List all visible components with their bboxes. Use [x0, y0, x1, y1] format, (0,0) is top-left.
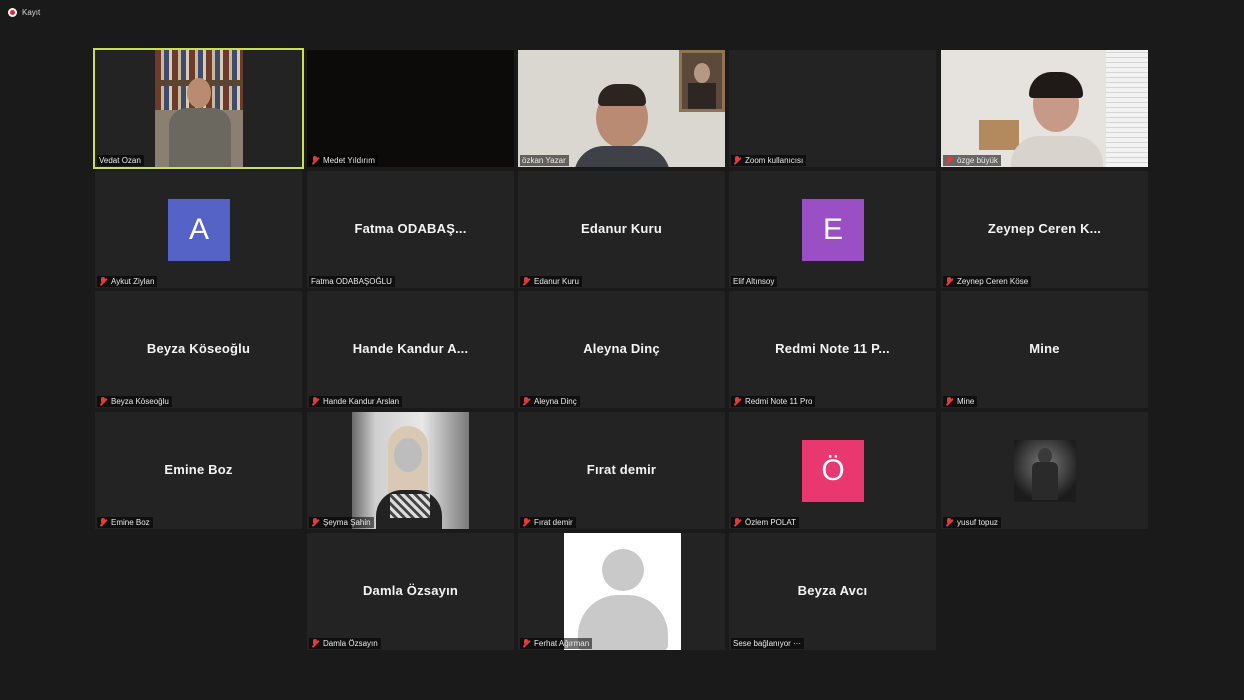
person-head: [187, 78, 211, 108]
participant-display-name: Hande Kandur A...: [352, 341, 469, 356]
participant-tile-yusuf[interactable]: yusuf topuz: [941, 412, 1148, 529]
participant-tile-beyza-avci[interactable]: Beyza Avcı Sese bağlanıyor ···: [729, 533, 936, 650]
participant-display-name: Fırat demir: [586, 462, 657, 477]
participant-name-label: Fırat demir: [520, 517, 576, 528]
corkboard: [979, 120, 1019, 150]
participant-display-name: Fatma ODABAŞ...: [354, 221, 467, 236]
participant-display-name: Mine: [1029, 341, 1060, 356]
participant-tile-aykut[interactable]: A Aykut Ziylan: [95, 171, 302, 288]
participant-name-label: özkan Yazar: [520, 155, 569, 166]
participant-tile-zeynep[interactable]: Zeynep Ceren K... Zeynep Ceren Köse: [941, 171, 1148, 288]
participant-name-label: Sese bağlanıyor ···: [731, 638, 805, 649]
person-body: [1011, 136, 1103, 167]
participant-tile-firat[interactable]: Fırat demir Fırat demir: [518, 412, 725, 529]
participant-tile-zoom-user[interactable]: Zoom kullanıcısı: [729, 50, 936, 167]
participant-name-label: Damla Özsayın: [309, 638, 381, 649]
participant-tile-mine[interactable]: Mine Mine: [941, 291, 1148, 408]
muted-mic-icon: [945, 277, 954, 286]
participant-name-label: Zeynep Ceren Köse: [943, 276, 1032, 287]
participant-tile-fatma[interactable]: Fatma ODABAŞ... Fatma ODABAŞOĞLU: [307, 171, 514, 288]
participant-name-label: Emine Boz: [97, 517, 153, 528]
participant-tile-edanur[interactable]: Edanur Kuru Edanur Kuru: [518, 171, 725, 288]
user-silhouette-icon: [602, 549, 644, 591]
participant-name-label: Elif Altınsoy: [731, 276, 778, 287]
participant-name-label: Zoom kullanıcısı: [731, 155, 807, 166]
participant-name-label: yusuf topuz: [943, 517, 1001, 528]
muted-mic-icon: [945, 518, 954, 527]
participant-name-label: Fatma ODABAŞOĞLU: [309, 276, 395, 287]
participant-tile-redmi[interactable]: Redmi Note 11 P... Redmi Note 11 Pro: [729, 291, 936, 408]
participant-tile-ferhat[interactable]: Ferhat Ağırman: [518, 533, 725, 650]
participant-name-label: Şeyma Şahin: [309, 517, 374, 528]
participant-name-label: Beyza Köseoğlu: [97, 396, 172, 407]
participant-display-name: Beyza Köseoğlu: [146, 341, 251, 356]
participant-tile-ozlem[interactable]: Ö Özlem POLAT: [729, 412, 936, 529]
participant-display-name: Emine Boz: [164, 462, 233, 477]
participant-display-name: Edanur Kuru: [581, 221, 662, 236]
participant-tile-beyza-koseoglu[interactable]: Beyza Köseoğlu Beyza Köseoğlu: [95, 291, 302, 408]
muted-mic-icon: [733, 156, 742, 165]
participant-display-name: Zeynep Ceren K...: [987, 221, 1102, 236]
participant-tile-elif[interactable]: E Elif Altınsoy: [729, 171, 936, 288]
participant-name-label: Aykut Ziylan: [97, 276, 158, 287]
person-body: [169, 108, 231, 167]
person-body: [574, 146, 670, 167]
participant-tile-ozge[interactable]: özge büyük: [941, 50, 1148, 167]
participant-name-label: Aleyna Dinç: [520, 396, 580, 407]
muted-mic-icon: [311, 156, 320, 165]
muted-mic-icon: [311, 639, 320, 648]
muted-mic-icon: [99, 277, 108, 286]
participant-name-label: Redmi Note 11 Pro: [731, 396, 816, 407]
profile-photo: [352, 412, 469, 529]
participant-tile-vedat[interactable]: Vedat Ozan: [93, 48, 304, 169]
video-feed: [155, 50, 243, 167]
participant-tile-medet[interactable]: Medet Yıldırım: [307, 50, 514, 167]
participant-display-name: Beyza Avcı: [797, 583, 868, 598]
participant-name-label: Vedat Ozan: [97, 155, 144, 166]
participant-display-name: Redmi Note 11 P...: [775, 341, 890, 356]
muted-mic-icon: [522, 518, 531, 527]
participant-name-label: özge büyük: [943, 155, 1001, 166]
participant-tile-ozkan[interactable]: özkan Yazar: [518, 50, 725, 167]
default-avatar-image: [564, 533, 681, 650]
muted-mic-icon: [945, 156, 954, 165]
recording-label: Kayıt: [22, 8, 41, 17]
wall-portrait: [679, 50, 725, 112]
muted-mic-icon: [945, 397, 954, 406]
avatar: E: [802, 199, 864, 261]
muted-mic-icon: [311, 518, 320, 527]
participant-name-label: Edanur Kuru: [520, 276, 582, 287]
muted-mic-icon: [522, 277, 531, 286]
recording-indicator[interactable]: Kayıt: [8, 8, 40, 17]
window-blinds: [1106, 50, 1148, 167]
participant-tile-damla[interactable]: Damla Özsayın Damla Özsayın: [307, 533, 514, 650]
participant-tile-emine[interactable]: Emine Boz Emine Boz: [95, 412, 302, 529]
participant-tile-seyma[interactable]: Şeyma Şahin: [307, 412, 514, 529]
participant-name-label: Hande Kandur Arslan: [309, 396, 403, 407]
muted-mic-icon: [733, 518, 742, 527]
muted-mic-icon: [99, 397, 108, 406]
avatar: Ö: [802, 440, 864, 502]
muted-mic-icon: [522, 397, 531, 406]
profile-photo: [1014, 440, 1076, 502]
record-icon: [8, 8, 17, 17]
participant-name-label: Medet Yıldırım: [309, 155, 378, 166]
avatar: A: [168, 199, 230, 261]
muted-mic-icon: [733, 397, 742, 406]
participant-name-label: Ferhat Ağırman: [520, 638, 593, 649]
participant-name-label: Özlem POLAT: [731, 517, 799, 528]
muted-mic-icon: [522, 639, 531, 648]
gallery-view: Vedat Ozan Medet Yıldırım özkan Yazar Zo…: [93, 48, 1149, 650]
participant-display-name: Aleyna Dinç: [583, 341, 660, 356]
participant-display-name: Damla Özsayın: [362, 583, 459, 598]
muted-mic-icon: [99, 518, 108, 527]
participant-tile-aleyna[interactable]: Aleyna Dinç Aleyna Dinç: [518, 291, 725, 408]
muted-mic-icon: [311, 397, 320, 406]
participant-name-label: Mine: [943, 396, 978, 407]
participant-tile-hande[interactable]: Hande Kandur A... Hande Kandur Arslan: [307, 291, 514, 408]
